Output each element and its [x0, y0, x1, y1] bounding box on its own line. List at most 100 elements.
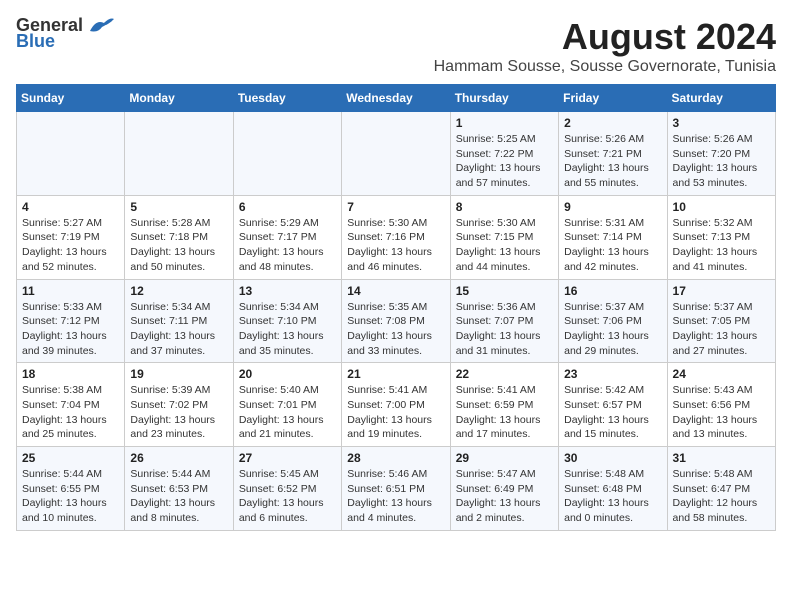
day-info: Sunrise: 5:37 AM Sunset: 7:06 PM Dayligh…: [564, 300, 661, 359]
day-info: Sunrise: 5:35 AM Sunset: 7:08 PM Dayligh…: [347, 300, 444, 359]
calendar-cell: 22 Sunrise: 5:41 AM Sunset: 6:59 PM Dayli…: [450, 363, 558, 447]
day-info: Sunrise: 5:26 AM Sunset: 7:20 PM Dayligh…: [673, 132, 770, 191]
calendar-cell: [125, 112, 233, 196]
calendar-cell: 18 Sunrise: 5:38 AM Sunset: 7:04 PM Dayli…: [17, 363, 125, 447]
day-info: Sunrise: 5:44 AM Sunset: 6:53 PM Dayligh…: [130, 467, 227, 526]
day-info: Sunrise: 5:28 AM Sunset: 7:18 PM Dayligh…: [130, 216, 227, 275]
calendar-week-row: 4 Sunrise: 5:27 AM Sunset: 7:19 PM Daylig…: [17, 195, 776, 279]
calendar-cell: 12Sunrise: 5:34 AM Sunset: 7:11 PM Dayli…: [125, 279, 233, 363]
day-number: 6: [239, 200, 336, 214]
logo-blue-text: Blue: [16, 32, 55, 52]
day-number: 22: [456, 367, 553, 381]
calendar-cell: 26 Sunrise: 5:44 AM Sunset: 6:53 PM Dayli…: [125, 447, 233, 531]
day-number: 23: [564, 367, 661, 381]
calendar-cell: 7 Sunrise: 5:30 AM Sunset: 7:16 PM Daylig…: [342, 195, 450, 279]
day-info: Sunrise: 5:40 AM Sunset: 7:01 PM Dayligh…: [239, 383, 336, 442]
day-number: 27: [239, 451, 336, 465]
day-number: 17: [673, 284, 770, 298]
calendar-cell: 16 Sunrise: 5:37 AM Sunset: 7:06 PM Dayli…: [559, 279, 667, 363]
calendar-cell: 15Sunrise: 5:36 AM Sunset: 7:07 PM Dayli…: [450, 279, 558, 363]
day-number: 26: [130, 451, 227, 465]
page-header: General Blue August 2024 Hammam Sousse, …: [16, 16, 776, 76]
calendar-cell: 17 Sunrise: 5:37 AM Sunset: 7:05 PM Dayli…: [667, 279, 775, 363]
calendar-cell: 8Sunrise: 5:30 AM Sunset: 7:15 PM Daylig…: [450, 195, 558, 279]
day-number: 4: [22, 200, 119, 214]
day-number: 9: [564, 200, 661, 214]
day-info: Sunrise: 5:34 AM Sunset: 7:11 PM Dayligh…: [130, 300, 227, 359]
day-header-monday: Monday: [125, 85, 233, 112]
calendar-week-row: 18 Sunrise: 5:38 AM Sunset: 7:04 PM Dayli…: [17, 363, 776, 447]
logo: General Blue: [16, 16, 114, 52]
day-header-friday: Friday: [559, 85, 667, 112]
day-info: Sunrise: 5:36 AM Sunset: 7:07 PM Dayligh…: [456, 300, 553, 359]
calendar-cell: 3Sunrise: 5:26 AM Sunset: 7:20 PM Daylig…: [667, 112, 775, 196]
logo-bird-icon: [88, 17, 114, 35]
day-info: Sunrise: 5:26 AM Sunset: 7:21 PM Dayligh…: [564, 132, 661, 191]
calendar-cell: [342, 112, 450, 196]
calendar-cell: [233, 112, 341, 196]
calendar-cell: 25Sunrise: 5:44 AM Sunset: 6:55 PM Dayli…: [17, 447, 125, 531]
day-number: 29: [456, 451, 553, 465]
day-info: Sunrise: 5:29 AM Sunset: 7:17 PM Dayligh…: [239, 216, 336, 275]
calendar-week-row: 1 Sunrise: 5:25 AM Sunset: 7:22 PM Daylig…: [17, 112, 776, 196]
calendar-table: SundayMondayTuesdayWednesdayThursdayFrid…: [16, 84, 776, 531]
calendar-cell: 2 Sunrise: 5:26 AM Sunset: 7:21 PM Daylig…: [559, 112, 667, 196]
day-info: Sunrise: 5:41 AM Sunset: 6:59 PM Dayligh…: [456, 383, 553, 442]
day-number: 21: [347, 367, 444, 381]
day-number: 1: [456, 116, 553, 130]
day-header-sunday: Sunday: [17, 85, 125, 112]
calendar-cell: 13 Sunrise: 5:34 AM Sunset: 7:10 PM Dayli…: [233, 279, 341, 363]
calendar-cell: 19 Sunrise: 5:39 AM Sunset: 7:02 PM Dayli…: [125, 363, 233, 447]
day-number: 10: [673, 200, 770, 214]
day-number: 14: [347, 284, 444, 298]
calendar-cell: 14 Sunrise: 5:35 AM Sunset: 7:08 PM Dayli…: [342, 279, 450, 363]
day-number: 13: [239, 284, 336, 298]
day-info: Sunrise: 5:33 AM Sunset: 7:12 PM Dayligh…: [22, 300, 119, 359]
calendar-header-row: SundayMondayTuesdayWednesdayThursdayFrid…: [17, 85, 776, 112]
day-info: Sunrise: 5:46 AM Sunset: 6:51 PM Dayligh…: [347, 467, 444, 526]
calendar-cell: 23 Sunrise: 5:42 AM Sunset: 6:57 PM Dayli…: [559, 363, 667, 447]
day-info: Sunrise: 5:32 AM Sunset: 7:13 PM Dayligh…: [673, 216, 770, 275]
calendar-cell: 29 Sunrise: 5:47 AM Sunset: 6:49 PM Dayli…: [450, 447, 558, 531]
day-info: Sunrise: 5:43 AM Sunset: 6:56 PM Dayligh…: [673, 383, 770, 442]
calendar-cell: 5 Sunrise: 5:28 AM Sunset: 7:18 PM Daylig…: [125, 195, 233, 279]
day-info: Sunrise: 5:48 AM Sunset: 6:47 PM Dayligh…: [673, 467, 770, 526]
day-number: 7: [347, 200, 444, 214]
calendar-cell: 21 Sunrise: 5:41 AM Sunset: 7:00 PM Dayli…: [342, 363, 450, 447]
day-header-saturday: Saturday: [667, 85, 775, 112]
day-number: 18: [22, 367, 119, 381]
day-number: 16: [564, 284, 661, 298]
day-header-thursday: Thursday: [450, 85, 558, 112]
day-header-tuesday: Tuesday: [233, 85, 341, 112]
day-number: 28: [347, 451, 444, 465]
day-info: Sunrise: 5:25 AM Sunset: 7:22 PM Dayligh…: [456, 132, 553, 191]
day-info: Sunrise: 5:34 AM Sunset: 7:10 PM Dayligh…: [239, 300, 336, 359]
day-info: Sunrise: 5:27 AM Sunset: 7:19 PM Dayligh…: [22, 216, 119, 275]
calendar-cell: 20 Sunrise: 5:40 AM Sunset: 7:01 PM Dayli…: [233, 363, 341, 447]
day-number: 2: [564, 116, 661, 130]
calendar-cell: 4 Sunrise: 5:27 AM Sunset: 7:19 PM Daylig…: [17, 195, 125, 279]
calendar-week-row: 25Sunrise: 5:44 AM Sunset: 6:55 PM Dayli…: [17, 447, 776, 531]
calendar-cell: 30 Sunrise: 5:48 AM Sunset: 6:48 PM Dayli…: [559, 447, 667, 531]
day-number: 25: [22, 451, 119, 465]
day-number: 31: [673, 451, 770, 465]
day-info: Sunrise: 5:39 AM Sunset: 7:02 PM Dayligh…: [130, 383, 227, 442]
calendar-cell: 11Sunrise: 5:33 AM Sunset: 7:12 PM Dayli…: [17, 279, 125, 363]
day-number: 5: [130, 200, 227, 214]
day-number: 30: [564, 451, 661, 465]
day-number: 19: [130, 367, 227, 381]
day-number: 20: [239, 367, 336, 381]
day-info: Sunrise: 5:38 AM Sunset: 7:04 PM Dayligh…: [22, 383, 119, 442]
calendar-week-row: 11Sunrise: 5:33 AM Sunset: 7:12 PM Dayli…: [17, 279, 776, 363]
calendar-cell: 27Sunrise: 5:45 AM Sunset: 6:52 PM Dayli…: [233, 447, 341, 531]
day-info: Sunrise: 5:41 AM Sunset: 7:00 PM Dayligh…: [347, 383, 444, 442]
day-info: Sunrise: 5:48 AM Sunset: 6:48 PM Dayligh…: [564, 467, 661, 526]
calendar-cell: 1 Sunrise: 5:25 AM Sunset: 7:22 PM Daylig…: [450, 112, 558, 196]
day-info: Sunrise: 5:37 AM Sunset: 7:05 PM Dayligh…: [673, 300, 770, 359]
day-number: 24: [673, 367, 770, 381]
day-info: Sunrise: 5:47 AM Sunset: 6:49 PM Dayligh…: [456, 467, 553, 526]
calendar-cell: 31 Sunrise: 5:48 AM Sunset: 6:47 PM Dayli…: [667, 447, 775, 531]
day-info: Sunrise: 5:30 AM Sunset: 7:16 PM Dayligh…: [347, 216, 444, 275]
day-info: Sunrise: 5:42 AM Sunset: 6:57 PM Dayligh…: [564, 383, 661, 442]
calendar-cell: 28 Sunrise: 5:46 AM Sunset: 6:51 PM Dayli…: [342, 447, 450, 531]
